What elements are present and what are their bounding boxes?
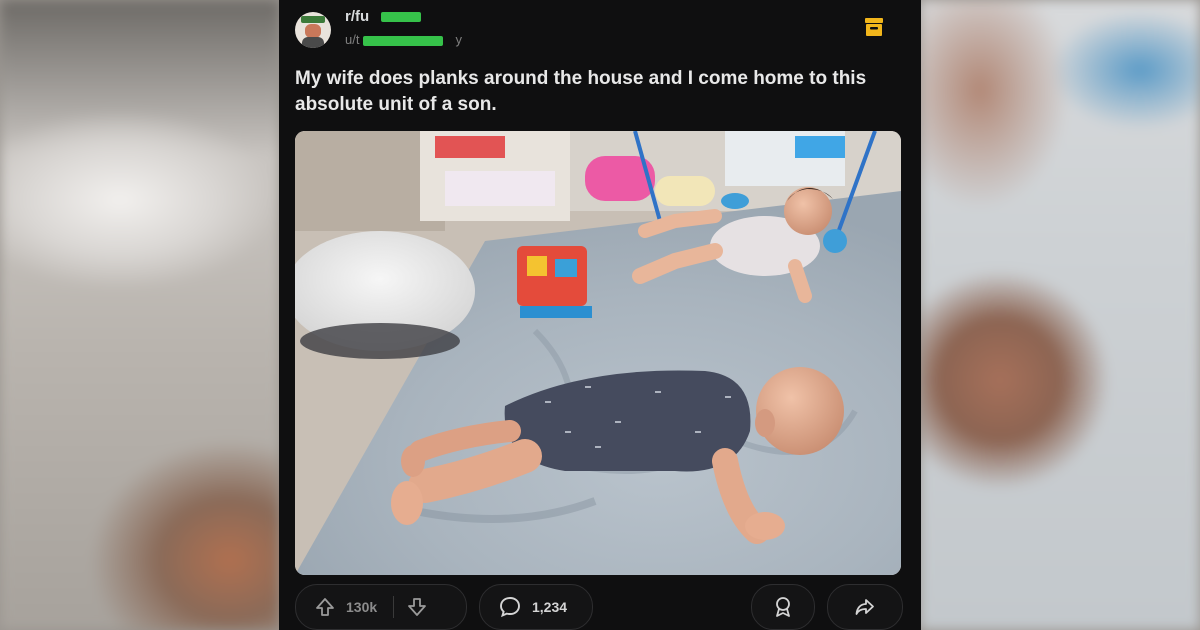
blurred-backdrop-left [0,0,280,630]
vote-divider [393,596,395,618]
post-image[interactable] [295,131,901,575]
post-action-bar: 130k 1,234 [279,584,921,630]
blurred-backdrop-right [920,0,1200,630]
subreddit-label: r/fu [345,8,370,25]
redaction-mark [381,12,421,22]
username-prefix: u/t [345,32,360,47]
redaction-mark [363,36,443,46]
archive-icon[interactable] [863,16,885,38]
award-icon [776,597,790,617]
comments-button[interactable]: 1,234 [479,584,593,630]
upvote-count: 130k [346,599,378,615]
comment-bubble-icon [500,597,520,618]
share-button[interactable] [827,584,903,630]
post-author[interactable]: u/t y [345,32,462,47]
vote-control: 130k [295,584,467,630]
subreddit-name[interactable]: r/fu [345,8,421,25]
arrow-up-icon[interactable] [314,596,336,618]
photo-illustration [295,131,901,575]
award-button[interactable] [751,584,815,630]
username-suffix: y [455,32,462,47]
subreddit-avatar[interactable] [295,12,331,48]
share-arrow-icon [855,599,874,615]
comment-count: 1,234 [532,599,568,615]
arrow-down-icon[interactable] [406,596,428,618]
post-card: r/fu u/t y My wife does planks around the… [279,0,921,630]
post-title[interactable]: My wife does planks around the house and… [295,66,895,118]
